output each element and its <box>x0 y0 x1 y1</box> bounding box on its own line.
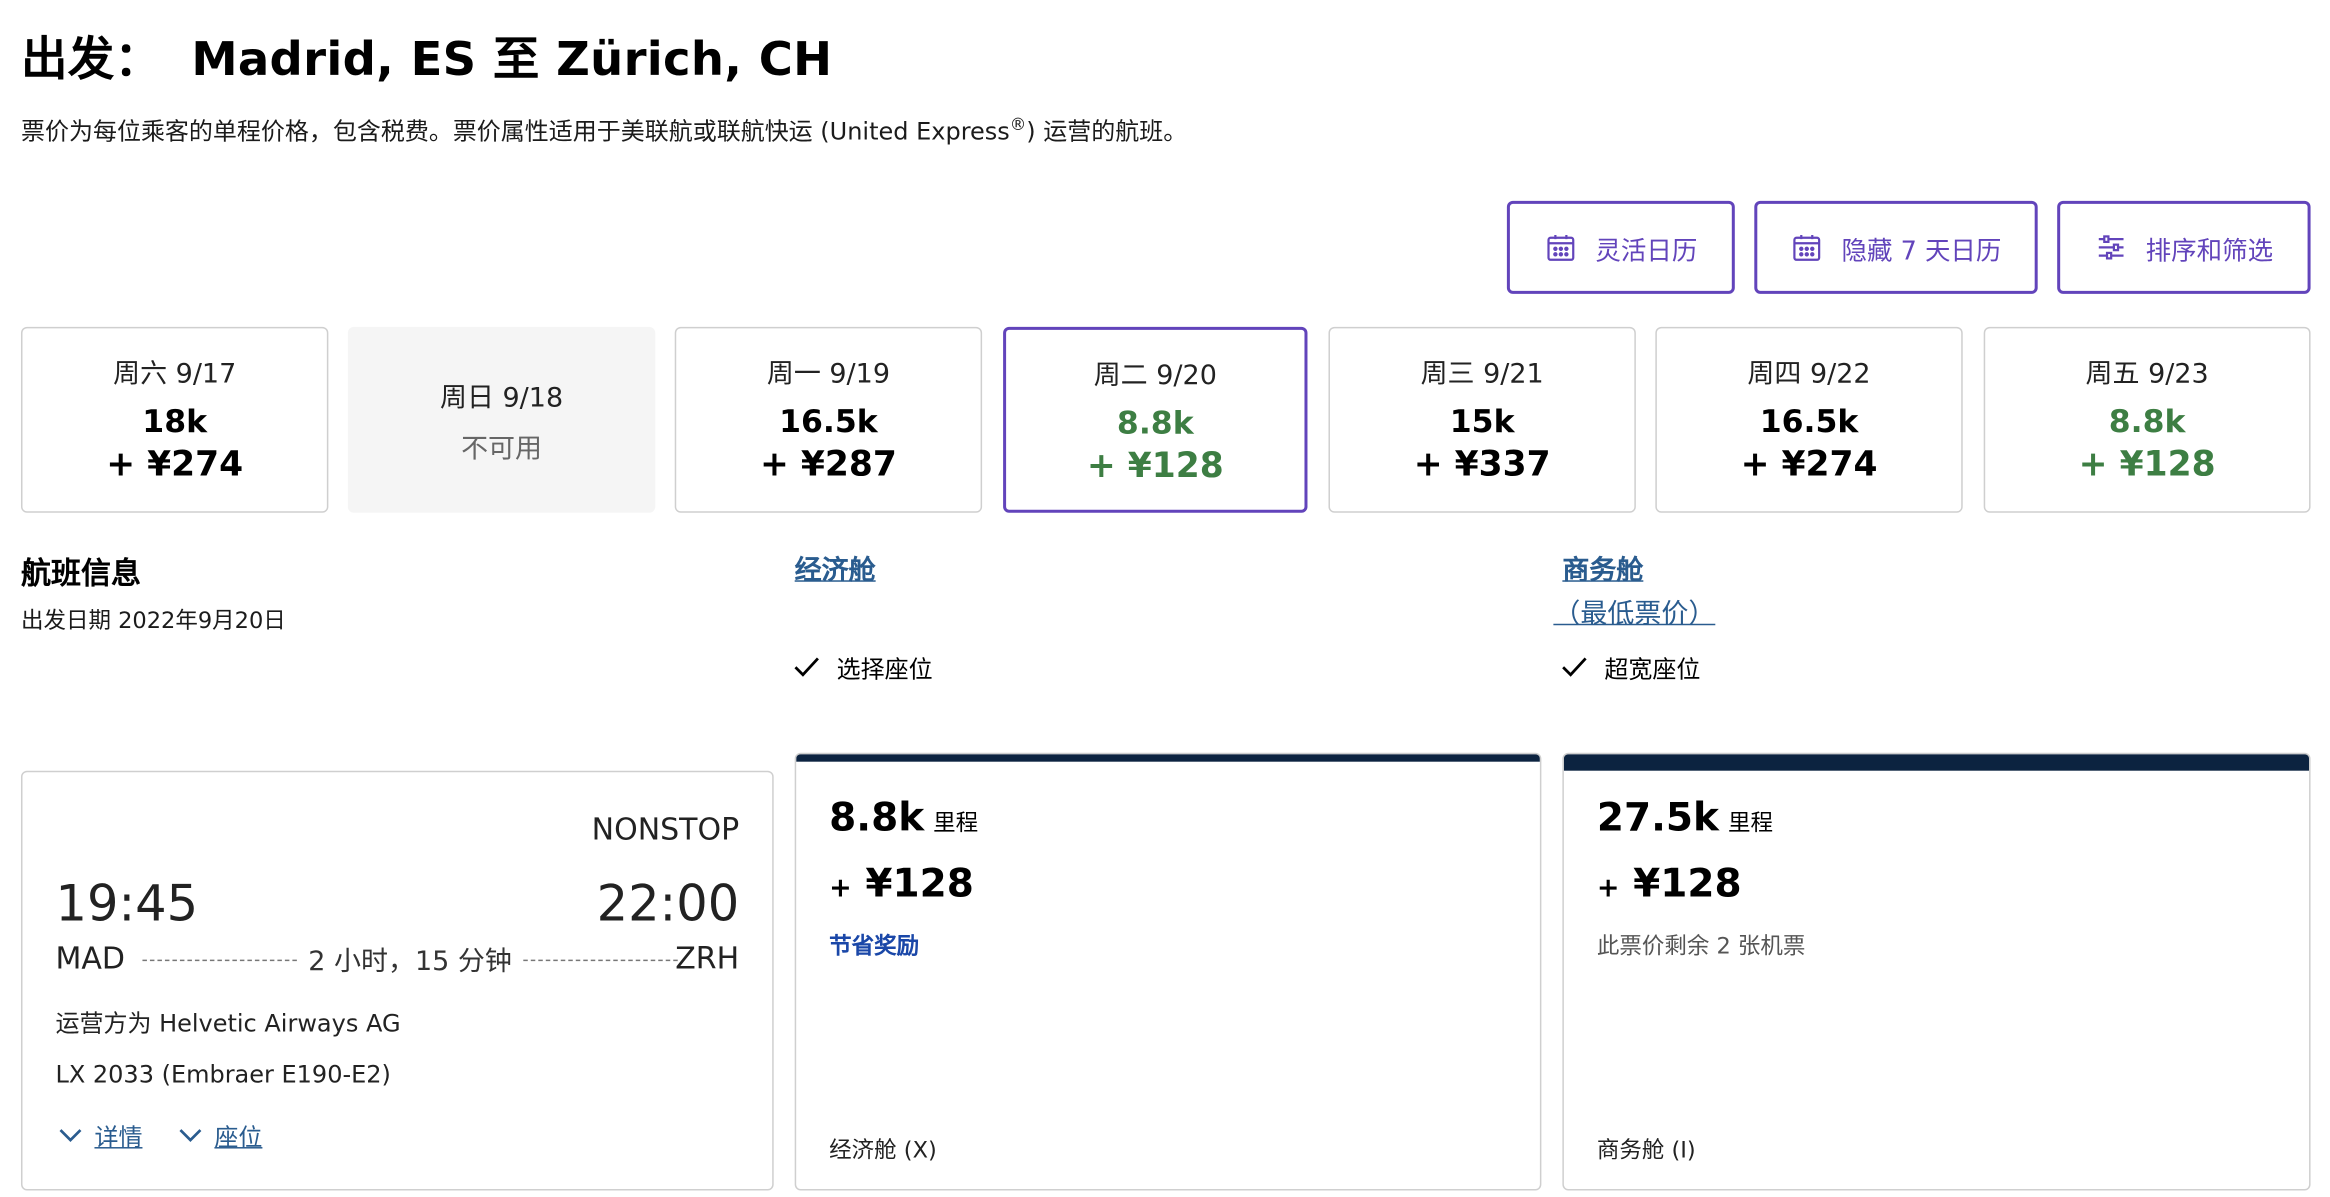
date-card-thu-9-22[interactable]: 周四 9/22 16.5k + ¥274 <box>1655 326 1963 513</box>
date-label: 周二 9/20 <box>1093 359 1217 392</box>
calendar-icon <box>1547 235 1575 261</box>
duration-row: 2 小时，15 分钟 <box>142 940 678 979</box>
economy-column-link[interactable]: 经济舱 <box>795 549 876 588</box>
business-price: + ¥128 <box>1597 862 1742 907</box>
business-plus: + <box>1596 872 1620 905</box>
date-miles: 8.8k <box>2108 403 2186 440</box>
fare-note: 票价为每位乘客的单程价格，包含税费。票价属性适用于美联航或联航快运 (Unite… <box>21 111 1187 147</box>
date-miles: 18k <box>142 403 208 440</box>
date-price: + ¥287 <box>759 445 897 485</box>
title-route: Madrid, ES 至 Zürich, CH <box>191 32 833 87</box>
hide-7day-calendar-button[interactable]: 隐藏 7 天日历 <box>1754 200 2038 294</box>
details-label: 详情 <box>94 1123 143 1152</box>
sort-filter-button[interactable]: 排序和筛选 <box>2057 200 2311 294</box>
business-miles: 27.5k 里程 <box>1597 796 1773 841</box>
economy-fare-class: 经济舱 (X) <box>829 1136 937 1164</box>
date-card-tue-9-20[interactable]: 周二 9/20 8.8k + ¥128 <box>1003 326 1308 513</box>
arrival-time: 22:00 <box>596 874 740 933</box>
business-feature: 超宽座位 <box>1559 649 1700 685</box>
title-prefix: 出发： <box>20 32 162 87</box>
date-label: 周三 9/21 <box>1420 358 1544 390</box>
seats-toggle[interactable]: 座位 <box>175 1117 262 1153</box>
business-column-link[interactable]: 商务舱 <box>1562 549 1643 588</box>
flexible-calendar-label: 灵活日历 <box>1595 236 1698 267</box>
economy-feature: 选择座位 <box>792 649 933 685</box>
flight-info-title: 航班信息 <box>20 554 141 591</box>
economy-miles: 8.8k 里程 <box>829 796 978 841</box>
page-title: 出发： Madrid, ES 至 Zürich, CH <box>21 21 832 88</box>
hide-7day-calendar-label: 隐藏 7 天日历 <box>1841 236 2002 267</box>
flight-number: LX 2033 (Embraer E190-E2) <box>55 1060 391 1089</box>
destination-code: ZRH <box>675 940 740 977</box>
duration-dash-right <box>523 958 678 961</box>
saver-award-tag: 节省奖励 <box>829 932 920 960</box>
economy-miles-unit: 里程 <box>933 809 979 837</box>
date-card-sun-9-18: 周日 9/18 不可用 <box>347 326 656 513</box>
seats-remaining: 此票价剩余 2 张机票 <box>1596 932 1806 960</box>
date-label: 周日 9/18 <box>439 382 564 414</box>
economy-miles-value: 8.8k <box>829 796 925 842</box>
business-price-value: ¥128 <box>1633 862 1742 908</box>
date-price: + ¥128 <box>2078 445 2216 485</box>
sliders-icon <box>2098 235 2124 260</box>
fare-note-text: 票价为每位乘客的单程价格，包含税费。票价属性适用于美联航或联航快运 (Unite… <box>20 116 1010 146</box>
business-miles-unit: 里程 <box>1727 809 1773 837</box>
date-card-wed-9-21[interactable]: 周三 9/21 15k + ¥337 <box>1328 326 1636 513</box>
business-lowest-fare-link[interactable]: （最低票价） <box>1553 592 1715 631</box>
date-miles: 15k <box>1449 403 1515 440</box>
economy-price: + ¥128 <box>829 862 974 907</box>
details-toggle[interactable]: 详情 <box>55 1117 142 1153</box>
economy-feature-label: 选择座位 <box>836 655 933 684</box>
flight-card: NONSTOP 19:45 22:00 MAD 2 小时，15 分钟 ZRH 运… <box>20 770 774 1191</box>
date-label: 周六 9/17 <box>113 358 237 390</box>
business-fare-class: 商务舱 (I) <box>1596 1136 1696 1164</box>
calendar-icon <box>1793 235 1821 261</box>
business-fare-card[interactable]: 27.5k 里程 + ¥128 此票价剩余 2 张机票 商务舱 (I) <box>1562 752 2311 1191</box>
date-miles: 16.5k <box>779 403 878 440</box>
date-card-fri-9-23[interactable]: 周五 9/23 8.8k + ¥128 <box>1983 326 2311 513</box>
date-miles: 8.8k <box>1116 404 1194 441</box>
date-card-mon-9-19[interactable]: 周一 9/19 16.5k + ¥287 <box>674 326 983 513</box>
date-miles: 16.5k <box>1759 403 1859 440</box>
chevron-down-icon <box>59 1129 82 1142</box>
date-label: 周四 9/22 <box>1747 358 1871 390</box>
fare-note-end: ) 运营的航班。 <box>1026 116 1188 146</box>
origin-code: MAD <box>55 940 125 977</box>
business-miles-value: 27.5k <box>1596 796 1719 842</box>
business-top-bar <box>1563 754 2310 771</box>
seats-label: 座位 <box>214 1123 263 1152</box>
date-label: 周五 9/23 <box>2085 358 2209 390</box>
economy-fare-card[interactable]: 8.8k 里程 + ¥128 节省奖励 经济舱 (X) <box>794 752 1542 1191</box>
departure-time: 19:45 <box>55 874 199 933</box>
economy-plus: + <box>829 872 852 905</box>
operator-text: 运营方为 Helvetic Airways AG <box>55 1009 401 1038</box>
business-feature-label: 超宽座位 <box>1604 655 1701 684</box>
economy-top-bar <box>796 754 1540 762</box>
economy-price-value: ¥128 <box>865 862 974 908</box>
check-icon <box>1562 657 1587 677</box>
date-price: + ¥274 <box>1740 445 1878 485</box>
departure-date: 出发日期 2022年9月20日 <box>20 607 286 635</box>
stops-label: NONSTOP <box>591 811 740 848</box>
date-label: 周一 9/19 <box>766 358 891 390</box>
date-price: + ¥337 <box>1413 445 1551 485</box>
registered-mark: ® <box>1009 114 1027 135</box>
flexible-calendar-button[interactable]: 灵活日历 <box>1506 200 1735 294</box>
duration-dash-left <box>142 958 297 961</box>
date-unavailable: 不可用 <box>461 433 543 465</box>
date-price: + ¥128 <box>1086 446 1224 486</box>
check-icon <box>794 657 819 677</box>
date-price: + ¥274 <box>106 445 244 485</box>
chevron-down-icon <box>179 1129 202 1142</box>
date-card-sat-9-17[interactable]: 周六 9/17 18k + ¥274 <box>20 326 329 513</box>
flight-duration: 2 小时，15 分钟 <box>308 946 512 978</box>
sort-filter-label: 排序和筛选 <box>2145 236 2274 267</box>
